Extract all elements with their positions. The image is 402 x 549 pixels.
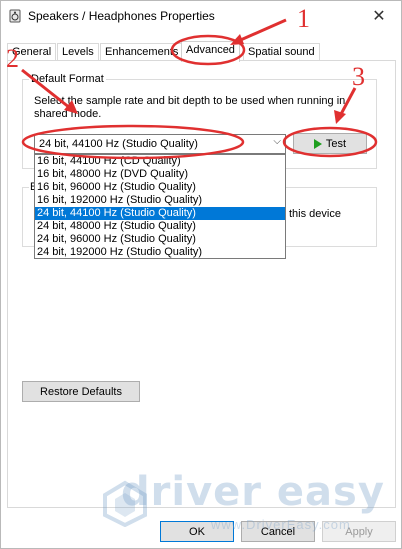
close-icon: ✕ (372, 8, 386, 25)
restore-defaults-button[interactable]: Restore Defaults (22, 381, 140, 402)
sample-rate-select[interactable]: 24 bit, 44100 Hz (Studio Quality) ⌵ (34, 134, 286, 154)
dropdown-option[interactable]: 16 bit, 96000 Hz (Studio Quality) (35, 181, 285, 194)
sample-rate-selected-value: 24 bit, 44100 Hz (Studio Quality) (39, 138, 198, 150)
tab-strip: General Levels Enhancements Advanced Spa… (7, 41, 397, 62)
play-icon (313, 138, 322, 149)
exclusive-mode-partial-text: this device (289, 208, 341, 220)
close-button[interactable]: ✕ (357, 1, 401, 31)
window-title: Speakers / Headphones Properties (28, 9, 215, 23)
test-button[interactable]: Test (293, 133, 367, 154)
driver-easy-watermark: driver easy (121, 469, 385, 515)
default-format-label: Default Format (29, 72, 106, 86)
sample-rate-dropdown-list: 16 bit, 44100 Hz (CD Quality) 16 bit, 48… (34, 154, 286, 259)
tab-spatial-sound[interactable]: Spatial sound (243, 43, 320, 61)
speaker-icon (9, 9, 21, 23)
annotation-number-3: 3 (352, 62, 365, 91)
tab-advanced[interactable]: Advanced (181, 41, 240, 62)
dropdown-option[interactable]: 16 bit, 44100 Hz (CD Quality) (35, 155, 285, 168)
dropdown-option-selected[interactable]: 24 bit, 44100 Hz (Studio Quality) (35, 207, 285, 220)
default-format-description: Select the sample rate and bit depth to … (34, 95, 346, 120)
chevron-down-icon: ⌵ (273, 136, 281, 147)
properties-window: Speakers / Headphones Properties ✕ Gener… (0, 0, 402, 549)
tab-levels[interactable]: Levels (57, 43, 99, 61)
dropdown-option[interactable]: 24 bit, 48000 Hz (Studio Quality) (35, 220, 285, 233)
annotation-number-2: 2 (6, 44, 19, 73)
tab-enhancements[interactable]: Enhancements (100, 43, 184, 61)
dropdown-option[interactable]: 16 bit, 48000 Hz (DVD Quality) (35, 168, 285, 181)
test-button-label: Test (325, 137, 347, 150)
dropdown-option[interactable]: 16 bit, 192000 Hz (Studio Quality) (35, 194, 285, 207)
driver-easy-watermark-url: www.DriverEasy.com (211, 517, 351, 532)
title-bar: Speakers / Headphones Properties ✕ (1, 1, 401, 31)
annotation-number-1: 1 (297, 4, 310, 33)
dropdown-option[interactable]: 24 bit, 96000 Hz (Studio Quality) (35, 233, 285, 246)
dropdown-option[interactable]: 24 bit, 192000 Hz (Studio Quality) (35, 246, 285, 259)
